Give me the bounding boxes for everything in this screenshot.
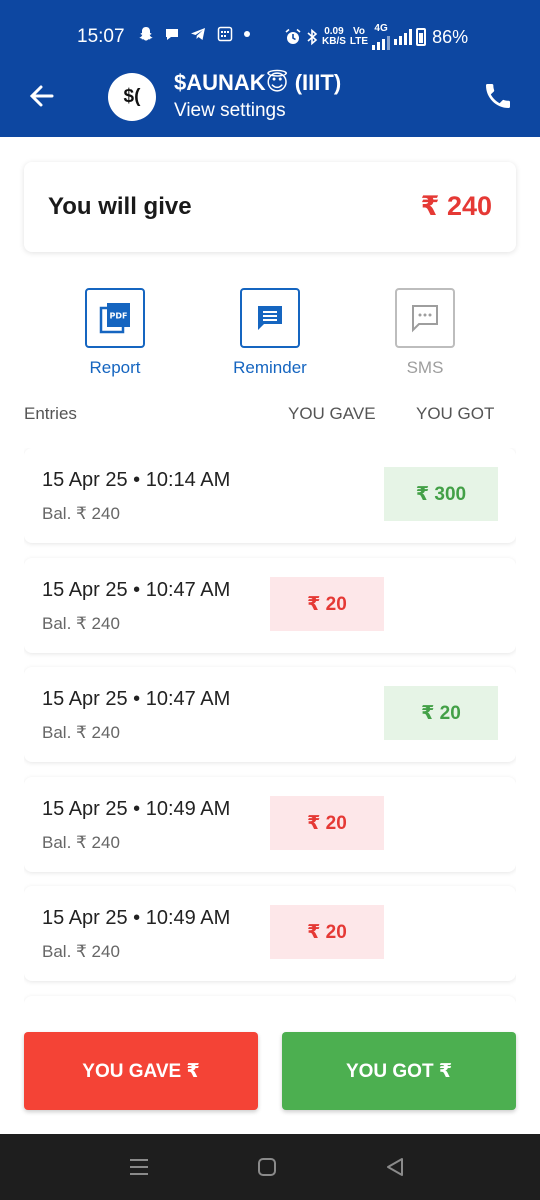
back-button[interactable] — [26, 80, 58, 112]
recent-apps-button[interactable] — [126, 1154, 152, 1180]
pdf-report-icon: PDF — [99, 303, 130, 334]
balance-summary-card: You will give ₹ 240 — [24, 162, 516, 252]
entry-row[interactable]: 15 Apr 25 • 10:49 AM Bal. ₹ 240 ₹ 20 — [24, 777, 516, 872]
network-speed: 0.09 KB/S — [322, 27, 346, 47]
battery-icon — [416, 28, 427, 46]
sms-icon — [412, 305, 438, 333]
sms-button[interactable]: SMS — [365, 288, 485, 378]
avatar[interactable]: $( — [108, 73, 156, 121]
snapchat-icon — [139, 27, 153, 41]
entry-balance: Bal. ₹ 240 — [42, 614, 120, 633]
signal-strength-icon — [394, 29, 413, 45]
entry-balance: Bal. ₹ 240 — [42, 723, 120, 742]
net-type-bottom: LTE — [349, 36, 369, 47]
home-button[interactable] — [254, 1154, 280, 1180]
entry-date: 15 Apr 25 • 10:47 AM — [42, 579, 231, 601]
sms-label: SMS — [406, 358, 444, 377]
telegram-icon — [191, 28, 206, 40]
you-got-button[interactable]: YOU GOT ₹ — [282, 1032, 516, 1110]
reminder-message-icon — [258, 306, 282, 330]
report-label: Report — [89, 358, 141, 377]
summary-label: You will give — [48, 193, 192, 220]
view-settings-link[interactable]: View settings — [174, 100, 286, 122]
report-button[interactable]: PDF Report — [55, 288, 175, 378]
bottom-action-bar: YOU GAVE ₹ YOU GOT ₹ — [0, 1012, 540, 1134]
entry-gave-amount: ₹ 20 — [270, 796, 384, 850]
app-bar: $( $AUNAK😇 (IIIT) View settings — [0, 70, 540, 137]
action-row: PDF Report Reminder SMS — [0, 288, 540, 384]
action-icon-box: PDF — [85, 288, 145, 348]
entry-date: 15 Apr 25 • 10:49 AM — [42, 798, 231, 820]
you-gave-column-header: YOU GAVE — [288, 404, 376, 423]
entries-header: Entries YOU GAVE YOU GOT — [0, 402, 540, 426]
summary-amount: ₹ 240 — [420, 191, 492, 221]
entry-gave-amount: ₹ 20 — [270, 577, 384, 631]
reminder-button[interactable]: Reminder — [210, 288, 330, 378]
entry-balance: Bal. ₹ 240 — [42, 942, 120, 961]
entry-row[interactable]: 15 Apr 25 • 10:47 AM Bal. ₹ 240 ₹ 20 — [24, 558, 516, 653]
phone-icon — [486, 84, 510, 108]
entry-date: 15 Apr 25 • 10:47 AM — [42, 688, 231, 710]
battery-percent: 86% — [432, 26, 469, 47]
entry-date: 15 Apr 25 • 10:14 AM — [42, 469, 231, 491]
net-speed-unit: KB/S — [322, 36, 346, 47]
entry-row[interactable]: 15 Apr 25 • 10:47 AM Bal. ₹ 240 ₹ 20 — [24, 667, 516, 762]
signal-bars-icon — [372, 34, 391, 50]
status-time: 15:07 — [77, 26, 125, 47]
entries-column-header: Entries — [24, 404, 77, 423]
alarm-icon — [285, 28, 301, 44]
you-got-column-header: YOU GOT — [416, 404, 495, 423]
contact-name[interactable]: $AUNAK😇 (IIIT) — [174, 70, 341, 96]
net-gen-label: 4G — [374, 23, 388, 34]
system-back-button[interactable] — [382, 1154, 408, 1180]
dot-icon — [243, 31, 250, 37]
back-arrow-icon — [29, 85, 54, 107]
entry-row[interactable]: 15 Apr 25 • 10:49 AM Bal. ₹ 240 ₹ 20 — [24, 886, 516, 981]
svg-text:PDF: PDF — [110, 312, 128, 321]
action-icon-box — [240, 288, 300, 348]
reminder-label: Reminder — [233, 358, 307, 377]
chat-bubble-icon — [166, 29, 179, 40]
entry-gave-amount: ₹ 20 — [270, 905, 384, 959]
entries-list: 15 Apr 25 • 10:14 AM Bal. ₹ 240 ₹ 300 15… — [24, 448, 516, 1008]
system-status: 0.09 KB/S Vo LTE 4G 86% — [284, 24, 468, 50]
network-type: Vo LTE — [350, 27, 368, 47]
entry-balance: Bal. ₹ 240 — [42, 833, 120, 852]
entry-got-amount: ₹ 20 — [384, 686, 498, 740]
entry-row-partial[interactable] — [24, 996, 516, 1008]
call-button[interactable] — [482, 80, 514, 112]
menu-lines-icon — [130, 1159, 148, 1175]
calendar-grid-icon — [217, 26, 232, 42]
action-icon-box — [395, 288, 455, 348]
back-triangle-icon — [387, 1158, 403, 1176]
notification-icons — [138, 26, 251, 44]
network-generation: 4G — [372, 23, 391, 50]
entry-date: 15 Apr 25 • 10:49 AM — [42, 907, 231, 929]
home-square-icon — [258, 1158, 276, 1176]
you-gave-button[interactable]: YOU GAVE ₹ — [24, 1032, 258, 1110]
status-bar: 15:07 0.09 KB/S Vo LTE 4G 86% — [0, 0, 540, 70]
system-nav-bar — [0, 1134, 540, 1200]
entry-row[interactable]: 15 Apr 25 • 10:14 AM Bal. ₹ 240 ₹ 300 — [24, 448, 516, 543]
entry-balance: Bal. ₹ 240 — [42, 504, 120, 523]
entry-got-amount: ₹ 300 — [384, 467, 498, 521]
bluetooth-icon — [307, 28, 318, 46]
